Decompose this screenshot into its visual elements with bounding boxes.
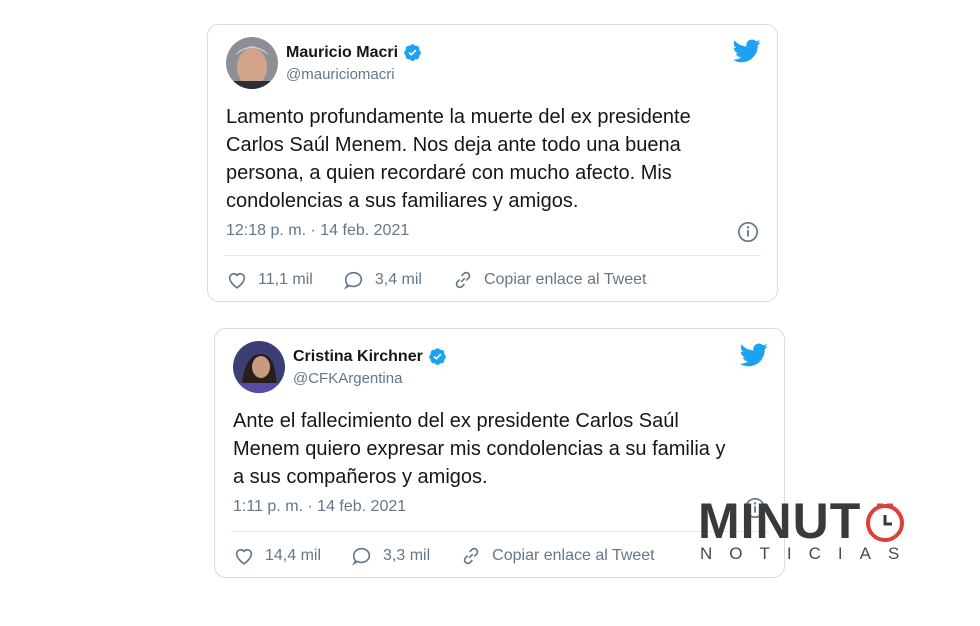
- tweet-text: Lamento profundamente la muerte del ex p…: [226, 106, 691, 212]
- like-button[interactable]: 11,1 mil: [226, 269, 313, 291]
- twitter-bird-icon[interactable]: [740, 343, 768, 367]
- tweet-text: Ante el fallecimiento del ex presidente …: [233, 410, 726, 488]
- tweet-actions: 14,4 mil 3,3 mil Copiar enlace al Tweet: [233, 545, 685, 567]
- avatar[interactable]: [226, 37, 278, 89]
- copy-link-button[interactable]: Copiar enlace al Tweet: [452, 269, 646, 291]
- tweet-timestamp[interactable]: 1:11 p. m. · 14 feb. 2021: [233, 498, 406, 516]
- copy-link-label: Copiar enlace al Tweet: [483, 271, 647, 288]
- twitter-bird-icon[interactable]: [733, 39, 761, 63]
- reply-bubble-icon: [351, 547, 371, 566]
- watermark-sub-text: NOTICIAS: [700, 544, 917, 563]
- reply-count: 3,4 mil: [374, 271, 422, 288]
- author-name[interactable]: Mauricio Macri: [286, 44, 398, 62]
- reply-bubble-icon: [343, 271, 362, 290]
- verified-badge-icon: [404, 44, 421, 61]
- copy-link-label: Copiar enlace al Tweet: [492, 547, 655, 564]
- link-icon: [463, 547, 479, 565]
- tweet-card-macri[interactable]: Mauricio Macri @mauriciomacri Lamento pr…: [207, 24, 778, 302]
- author-name[interactable]: Cristina Kirchner: [293, 348, 423, 366]
- tweet-timestamp[interactable]: 12:18 p. m. · 14 feb. 2021: [226, 222, 409, 240]
- like-button[interactable]: 14,4 mil: [233, 545, 321, 567]
- verified-badge-icon: [429, 348, 446, 365]
- divider: [224, 255, 761, 256]
- like-count: 11,1 mil: [258, 271, 313, 288]
- reply-button[interactable]: 3,4 mil: [343, 269, 422, 291]
- clock-icon: [866, 503, 905, 542]
- watermark-main-text: MINUT: [698, 493, 862, 549]
- reply-count: 3,3 mil: [383, 547, 431, 564]
- reply-button[interactable]: 3,3 mil: [351, 545, 430, 567]
- copy-link-button[interactable]: Copiar enlace al Tweet: [460, 545, 655, 567]
- heart-icon: [228, 272, 246, 289]
- heart-icon: [235, 548, 253, 565]
- divider: [231, 531, 768, 532]
- like-count: 14,4 mil: [265, 547, 322, 564]
- link-icon: [455, 271, 471, 289]
- author-handle[interactable]: @CFKArgentina: [293, 370, 402, 387]
- author-handle[interactable]: @mauriciomacri: [286, 66, 395, 83]
- tweet-actions: 11,1 mil 3,4 mil Copiar enlace al Tweet: [226, 269, 676, 291]
- info-icon[interactable]: [737, 221, 759, 243]
- minuto-noticias-watermark: MINUT NOTICIAS: [698, 495, 920, 565]
- avatar[interactable]: [233, 341, 285, 393]
